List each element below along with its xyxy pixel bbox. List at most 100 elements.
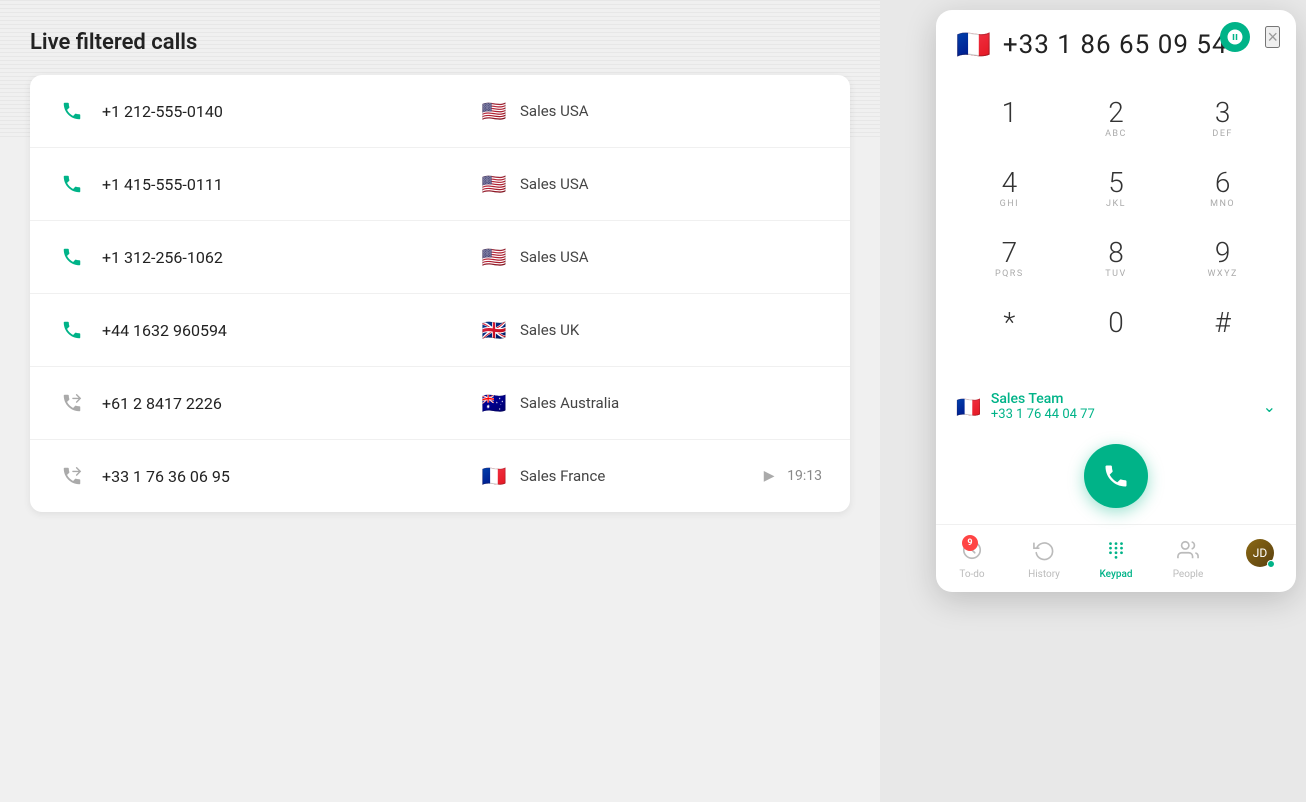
dial-letters: MNO — [1210, 199, 1235, 211]
table-row: +44 1632 960594 🇬🇧 Sales UK — [30, 294, 850, 367]
dial-letters: JKL — [1106, 199, 1126, 211]
dial-number: * — [1003, 309, 1015, 337]
keypad-label: Keypad — [1099, 569, 1132, 580]
table-row: +61 2 8417 2226 🇦🇺 Sales Australia — [30, 367, 850, 440]
call-number: +61 2 8417 2226 — [102, 394, 302, 413]
online-status-dot — [1267, 560, 1275, 568]
au-flag: 🇦🇺 — [478, 392, 510, 414]
dial-letters: WXYZ — [1207, 269, 1237, 281]
dialpad-grid: 1 2 ABC 3 DEF 4 GHI 5 JKL 6 MNO — [956, 85, 1276, 365]
team-name: Sales UK — [520, 321, 579, 339]
dial-number: 0 — [1108, 309, 1124, 337]
people-label: People — [1173, 569, 1204, 580]
chevron-down-icon[interactable]: ⌄ — [1263, 397, 1276, 416]
table-row: +33 1 76 36 06 95 🇫🇷 Sales France ▶ 19:1… — [30, 440, 850, 512]
people-icon — [1177, 539, 1199, 566]
caller-id-section[interactable]: 🇫🇷 Sales Team +33 1 76 44 04 77 ⌄ — [936, 381, 1296, 432]
nav-history[interactable]: History — [1008, 533, 1080, 586]
dial-number: 3 — [1215, 99, 1231, 127]
dial-key-5[interactable]: 5 JKL — [1063, 155, 1170, 225]
play-icon[interactable]: ▶ — [759, 466, 779, 486]
outbound-call-icon — [58, 389, 86, 417]
nav-keypad[interactable]: Keypad — [1080, 533, 1152, 586]
dial-key-hash[interactable]: # — [1169, 295, 1276, 365]
call-number: +1 312-256-1062 — [102, 248, 302, 267]
nav-todo[interactable]: 9 To-do — [936, 533, 1008, 586]
team-name: Sales USA — [520, 175, 589, 193]
dial-key-6[interactable]: 6 MNO — [1169, 155, 1276, 225]
call-team: 🇺🇸 Sales USA — [478, 100, 589, 122]
dialed-number: +33 1 86 65 09 54 — [1003, 30, 1228, 60]
history-label: History — [1028, 569, 1060, 580]
duration-text: 19:13 — [787, 468, 822, 484]
call-button[interactable] — [1084, 444, 1148, 508]
call-number: +33 1 76 36 06 95 — [102, 467, 302, 486]
call-team: 🇺🇸 Sales USA — [478, 173, 589, 195]
close-button[interactable]: × — [1265, 26, 1280, 48]
call-number: +1 415-555-0111 — [102, 175, 302, 194]
page-title: Live filtered calls — [30, 30, 850, 55]
keypad-icon — [1105, 539, 1127, 566]
dial-number: 5 — [1108, 169, 1124, 197]
dial-key-7[interactable]: 7 PQRS — [956, 225, 1063, 295]
dial-number: 4 — [1002, 169, 1018, 197]
dial-key-4[interactable]: 4 GHI — [956, 155, 1063, 225]
call-team: 🇺🇸 Sales USA — [478, 246, 589, 268]
inbound-call-icon — [58, 316, 86, 344]
dial-number: 6 — [1215, 169, 1231, 197]
call-button-area — [936, 432, 1296, 524]
dial-letters: DEF — [1212, 129, 1233, 141]
call-duration: ▶ 19:13 — [759, 466, 822, 486]
nav-people[interactable]: People — [1152, 533, 1224, 586]
table-row: +1 312-256-1062 🇺🇸 Sales USA — [30, 221, 850, 294]
dial-key-3[interactable]: 3 DEF — [1169, 85, 1276, 155]
widget-header: × 🇫🇷 +33 1 86 65 09 54 — [936, 10, 1296, 75]
dial-number: 1 — [1002, 99, 1018, 127]
dial-key-0[interactable]: 0 — [1063, 295, 1170, 365]
call-team: 🇦🇺 Sales Australia — [478, 392, 619, 414]
dial-number: 7 — [1002, 239, 1018, 267]
dial-key-2[interactable]: 2 ABC — [1063, 85, 1170, 155]
nav-avatar[interactable]: JD — [1224, 533, 1296, 586]
call-team: 🇬🇧 Sales UK — [478, 319, 579, 341]
caller-flag: 🇫🇷 — [956, 395, 981, 419]
fr-flag: 🇫🇷 — [478, 465, 510, 487]
call-team: 🇫🇷 Sales France — [478, 465, 605, 487]
dial-key-star[interactable]: * — [956, 295, 1063, 365]
table-row: +1 415-555-0111 🇺🇸 Sales USA — [30, 148, 850, 221]
dial-key-1[interactable]: 1 — [956, 85, 1063, 155]
dial-letters: PQRS — [995, 269, 1024, 281]
dial-key-8[interactable]: 8 TUV — [1063, 225, 1170, 295]
caller-info: Sales Team +33 1 76 44 04 77 — [991, 391, 1253, 422]
table-row: +1 212-555-0140 🇺🇸 Sales USA — [30, 75, 850, 148]
calls-list: +1 212-555-0140 🇺🇸 Sales USA +1 415-555-… — [30, 75, 850, 512]
dial-number: 9 — [1215, 239, 1231, 267]
inbound-call-icon — [58, 97, 86, 125]
dial-letters: ABC — [1105, 129, 1127, 141]
caller-number: +33 1 76 44 04 77 — [991, 407, 1253, 422]
widget-nav: 9 To-do History — [936, 524, 1296, 592]
aircall-logo — [1220, 22, 1250, 52]
team-name: Sales Australia — [520, 394, 619, 412]
outbound-call-icon — [58, 462, 86, 490]
todo-label: To-do — [959, 569, 984, 580]
team-name: Sales USA — [520, 248, 589, 266]
dial-number: 2 — [1108, 99, 1124, 127]
us-flag: 🇺🇸 — [478, 173, 510, 195]
todo-badge: 9 — [962, 535, 978, 551]
gb-flag: 🇬🇧 — [478, 319, 510, 341]
call-number: +1 212-555-0140 — [102, 102, 302, 121]
phone-widget: × 🇫🇷 +33 1 86 65 09 54 1 2 ABC 3 DEF 4 G… — [936, 10, 1296, 592]
dial-letters: GHI — [1000, 199, 1020, 211]
dial-key-9[interactable]: 9 WXYZ — [1169, 225, 1276, 295]
inbound-call-icon — [58, 243, 86, 271]
caller-name: Sales Team — [991, 391, 1253, 407]
team-name: Sales USA — [520, 102, 589, 120]
avatar: JD — [1246, 539, 1274, 567]
inbound-call-icon — [58, 170, 86, 198]
us-flag: 🇺🇸 — [478, 246, 510, 268]
dial-number: 8 — [1108, 239, 1124, 267]
dial-letters: TUV — [1105, 269, 1126, 281]
team-name: Sales France — [520, 467, 605, 485]
call-number: +44 1632 960594 — [102, 321, 302, 340]
